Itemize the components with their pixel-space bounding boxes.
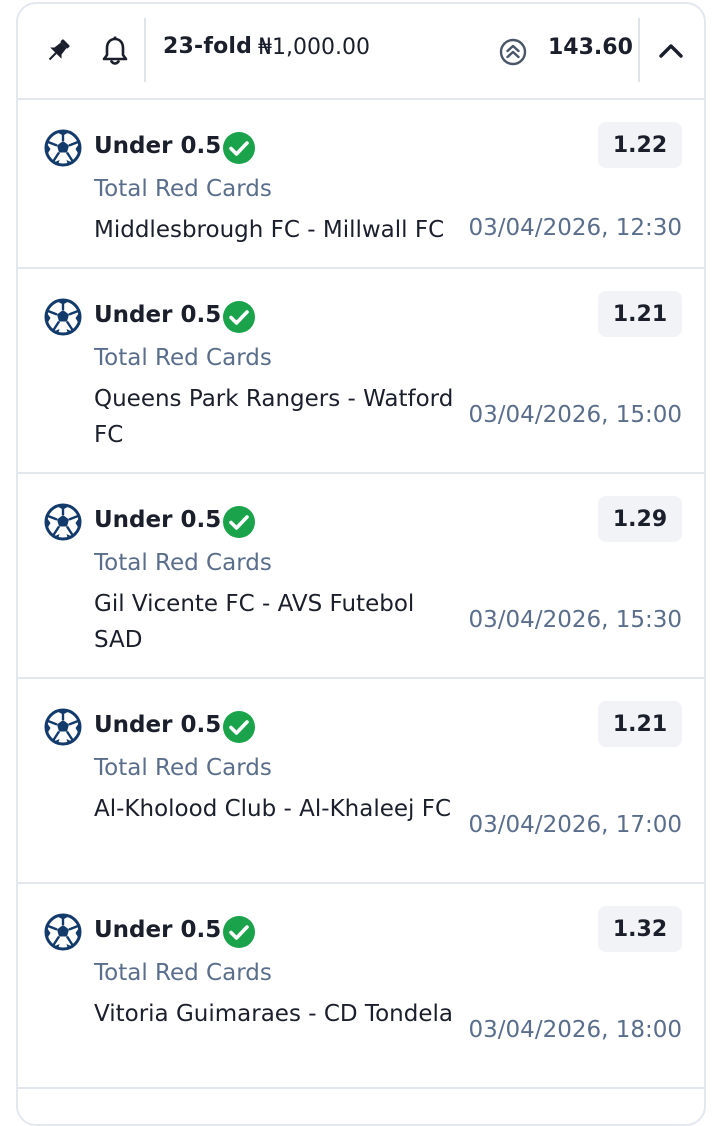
chevron-up-icon <box>659 44 683 58</box>
event-name: Middlesbrough FC - Millwall FC <box>94 217 445 243</box>
bell-icon <box>102 36 128 65</box>
header-divider <box>144 18 146 82</box>
bet-header: 23-fold ₦1,000.00 143.60 <box>18 4 704 100</box>
notification-button[interactable] <box>84 4 146 98</box>
pin-icon <box>48 39 70 61</box>
selection-row[interactable]: Under 0.5 1.21 Total Red Cards Queens Pa… <box>18 269 704 474</box>
soccer-ball-icon <box>44 708 82 746</box>
selection-odds: 1.32 <box>598 906 682 952</box>
selection-row[interactable]: Under 0.5 1.21 Total Red Cards Al-Kholoo… <box>18 679 704 884</box>
market-type: Total Red Cards <box>94 755 272 781</box>
check-circle-icon <box>222 300 256 334</box>
event-datetime: 03/04/2026, 15:30 <box>468 607 682 633</box>
pin-button[interactable] <box>28 4 88 98</box>
event-name: Vitoria Guimaraes - CD Tondela <box>94 1001 453 1027</box>
soccer-ball-icon <box>44 129 82 167</box>
market-type: Total Red Cards <box>94 345 272 371</box>
selection-pick: Under 0.5 <box>94 917 222 943</box>
odds-boost-icon <box>499 38 527 66</box>
check-circle-icon <box>222 505 256 539</box>
selection-row[interactable]: Under 0.5 1.32 Total Red Cards Vitoria G… <box>18 884 704 1089</box>
check-circle-icon <box>222 131 256 165</box>
selection-odds: 1.29 <box>598 496 682 542</box>
total-odds: 143.60 <box>548 35 633 60</box>
selection-odds: 1.22 <box>598 122 682 168</box>
selection-pick: Under 0.5 <box>94 507 222 533</box>
check-circle-icon <box>222 710 256 744</box>
check-circle-icon <box>222 915 256 949</box>
market-type: Total Red Cards <box>94 550 272 576</box>
event-name: Al-Kholood Club - Al-Khaleej FC <box>94 796 452 822</box>
bet-stake: ₦1,000.00 <box>258 35 370 60</box>
selection-row[interactable]: Under 0.5 1.29 Total Red Cards Gil Vicen… <box>18 474 704 679</box>
selection-pick: Under 0.5 <box>94 712 222 738</box>
selection-pick: Under 0.5 <box>94 302 222 328</box>
selection-odds: 1.21 <box>598 291 682 337</box>
event-datetime: 03/04/2026, 15:00 <box>468 402 682 428</box>
selection-pick: Under 0.5 <box>94 133 222 159</box>
event-datetime: 03/04/2026, 18:00 <box>468 1017 682 1043</box>
event-name: Gil Vicente FC - AVS Futebol SAD <box>94 591 415 653</box>
selection-row[interactable]: Under 0.5 1.22 Total Red Cards Middlesbr… <box>18 100 704 269</box>
event-datetime: 03/04/2026, 12:30 <box>468 215 682 241</box>
market-type: Total Red Cards <box>94 960 272 986</box>
market-type: Total Red Cards <box>94 176 272 202</box>
selection-odds: 1.21 <box>598 701 682 747</box>
soccer-ball-icon <box>44 298 82 336</box>
event-datetime: 03/04/2026, 17:00 <box>468 812 682 838</box>
bet-slip-card: 23-fold ₦1,000.00 143.60 Under 0.5 1.22 … <box>16 2 706 1126</box>
event-name: Queens Park Rangers - Watford FC <box>94 386 454 448</box>
bet-fold-count: 23-fold <box>163 34 253 59</box>
collapse-button[interactable] <box>640 4 702 98</box>
soccer-ball-icon <box>44 503 82 541</box>
soccer-ball-icon <box>44 913 82 951</box>
